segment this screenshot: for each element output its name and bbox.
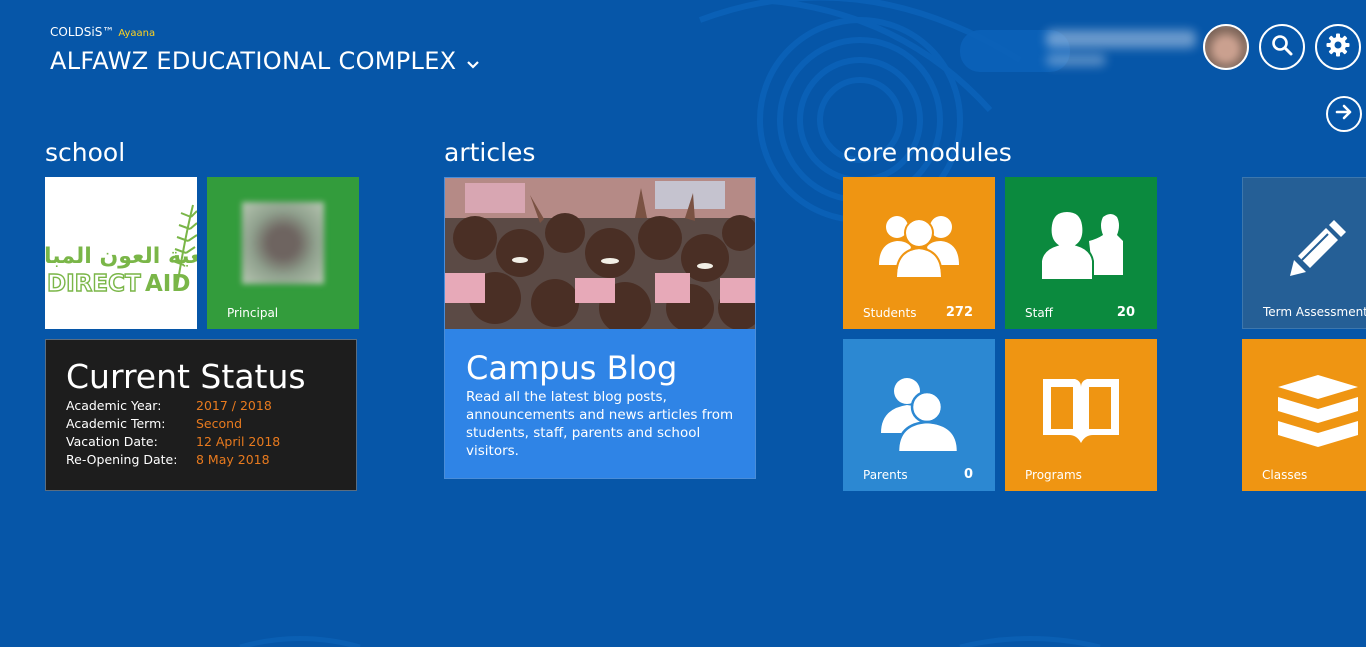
- status-key: Academic Term:: [66, 416, 166, 431]
- blog-description: Read all the latest blog posts, announce…: [466, 389, 734, 459]
- parents-icon: [843, 375, 995, 451]
- status-row-academic-term: Academic Term: Second: [66, 415, 280, 433]
- tile-count: 272: [945, 305, 973, 320]
- tile-count: 20: [1116, 305, 1135, 320]
- search-icon: [1270, 33, 1294, 61]
- logo-aid-text: AID: [145, 271, 190, 297]
- tile-label: Classes: [1262, 468, 1308, 482]
- principal-tile[interactable]: Principal: [207, 177, 359, 329]
- settings-button[interactable]: [1315, 24, 1361, 70]
- users-group-icon: [843, 205, 995, 277]
- status-row-reopening-date: Re-Opening Date: 8 May 2018: [66, 451, 280, 469]
- brand-subtitle: Ayaana: [118, 28, 156, 39]
- layers-icon: [1242, 373, 1366, 449]
- tile-label: Parents: [863, 468, 908, 482]
- chevron-down-icon: [466, 55, 480, 74]
- next-page-button[interactable]: [1326, 96, 1362, 132]
- term-assessments-tile[interactable]: Term Assessments: [1242, 177, 1366, 329]
- section-title-core-modules: core modules: [843, 138, 1012, 167]
- tile-label: Programs: [1025, 468, 1082, 482]
- current-status-tile: Current Status Academic Year: 2017 / 201…: [45, 339, 357, 491]
- status-key: Academic Year:: [66, 398, 162, 413]
- programs-tile[interactable]: Programs: [1005, 339, 1157, 491]
- blog-photo: [445, 178, 755, 329]
- direct-aid-logo: جمعية العون المباشر DIRECT AID: [45, 204, 197, 298]
- organization-selector[interactable]: ALFAWZ EDUCATIONAL COMPLEX: [50, 47, 480, 75]
- status-rows: Academic Year: 2017 / 2018 Academic Term…: [66, 397, 280, 469]
- user-name-blurred[interactable]: [1046, 26, 1198, 72]
- staff-icon: [1005, 205, 1157, 281]
- tile-label: Students: [863, 306, 917, 320]
- arrow-right-icon: [1334, 102, 1354, 126]
- school-logo-tile[interactable]: جمعية العون المباشر DIRECT AID: [45, 177, 197, 329]
- status-value: 8 May 2018: [196, 452, 270, 467]
- status-value: 12 April 2018: [196, 434, 281, 449]
- section-title-articles: articles: [444, 138, 536, 167]
- status-row-vacation-date: Vacation Date: 12 April 2018: [66, 433, 280, 451]
- organization-name: ALFAWZ EDUCATIONAL COMPLEX: [50, 47, 457, 75]
- logo-arabic-text: جمعية العون المباشر: [45, 244, 197, 269]
- book-icon: [1005, 373, 1157, 445]
- status-title: Current Status: [66, 357, 306, 396]
- brand-name: COLDSiS™: [50, 25, 115, 39]
- status-row-academic-year: Academic Year: 2017 / 2018: [66, 397, 280, 415]
- avatar[interactable]: [1203, 24, 1249, 70]
- status-key: Vacation Date:: [66, 434, 158, 449]
- section-title-school: school: [45, 138, 126, 167]
- students-tile[interactable]: Students 272: [843, 177, 995, 329]
- blog-title: Campus Blog: [466, 349, 678, 387]
- brand-block: COLDSiS™ Ayaana ALFAWZ EDUCATIONAL COMPLE…: [50, 25, 480, 75]
- logo-direct-text: DIRECT: [47, 271, 141, 297]
- gear-icon: [1325, 32, 1351, 62]
- tile-count: 0: [963, 467, 973, 482]
- tile-label: Staff: [1025, 306, 1053, 320]
- staff-tile[interactable]: Staff 20: [1005, 177, 1157, 329]
- classes-tile[interactable]: Classes: [1242, 339, 1366, 491]
- status-key: Re-Opening Date:: [66, 452, 178, 467]
- parents-tile[interactable]: Parents 0: [843, 339, 995, 491]
- status-value: 2017 / 2018: [196, 398, 272, 413]
- status-value: Second: [196, 416, 243, 431]
- principal-photo: [242, 202, 324, 284]
- tile-label: Principal: [227, 306, 279, 320]
- tile-label: Term Assessments: [1263, 305, 1366, 319]
- campus-blog-tile[interactable]: Campus Blog Read all the latest blog pos…: [444, 177, 756, 479]
- app-brand: COLDSiS™ Ayaana: [50, 25, 480, 41]
- pencil-icon: [1243, 218, 1366, 278]
- search-button[interactable]: [1259, 24, 1305, 70]
